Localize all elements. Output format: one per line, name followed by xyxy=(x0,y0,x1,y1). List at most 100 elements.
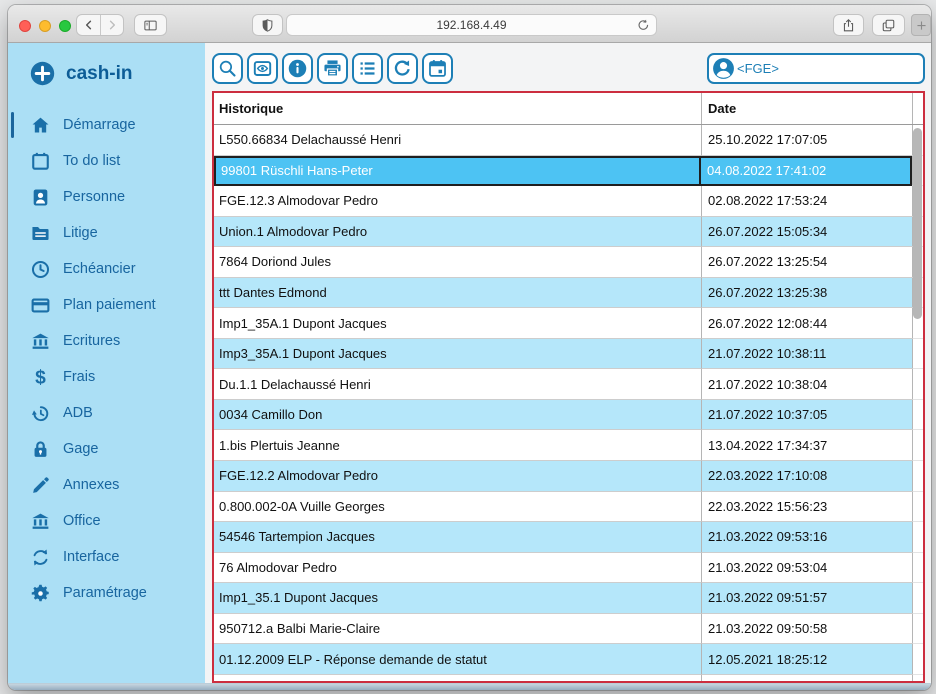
sidebar-item-label: Démarrage xyxy=(63,117,136,133)
scrollbar-spacer xyxy=(912,644,923,675)
historique-cell: FGE.12.2 Almodovar Pedro xyxy=(214,461,701,492)
table-row[interactable]: Union.1 Almodovar Pedro 26.07.2022 15:05… xyxy=(214,217,923,248)
date-cell: 22.03.2022 17:10:08 xyxy=(701,461,912,492)
historique-cell: 0.800.002-0A Vuille Georges xyxy=(214,492,701,523)
close-button[interactable] xyxy=(19,20,31,32)
sidebar-item-frais[interactable]: Frais xyxy=(8,359,205,395)
table-row[interactable]: FGE.12.3 Almodovar Pedro 02.08.2022 17:5… xyxy=(214,186,923,217)
back-button[interactable] xyxy=(77,15,100,35)
sidebar-item-label: Paramétrage xyxy=(63,585,147,601)
share-button[interactable] xyxy=(833,14,864,36)
chevron-left-icon xyxy=(82,18,96,32)
table-row[interactable]: FGE.12.2 Almodovar Pedro 22.03.2022 17:1… xyxy=(214,461,923,492)
home-icon xyxy=(30,115,51,136)
date-cell: 25.10.2022 17:07:05 xyxy=(701,125,912,156)
sidebar-item-to-do-list[interactable]: To do list xyxy=(8,143,205,179)
toolbar-view-button[interactable] xyxy=(247,53,278,84)
table-row[interactable]: 76 Almodovar Pedro 21.03.2022 09:53:04 xyxy=(214,553,923,584)
tab-overview-button[interactable] xyxy=(872,14,905,36)
toolbar-search-button[interactable] xyxy=(212,53,243,84)
date-cell xyxy=(701,675,912,683)
reload-button[interactable] xyxy=(636,18,651,33)
dollar-icon xyxy=(30,367,51,388)
column-header-date[interactable]: Date xyxy=(701,93,912,124)
history-icon xyxy=(30,403,51,424)
table-header: Historique Date xyxy=(214,93,923,125)
date-cell: 21.07.2022 10:38:04 xyxy=(701,369,912,400)
privacy-shield-button[interactable] xyxy=(252,14,283,36)
sidebar-item-interface[interactable]: Interface xyxy=(8,539,205,575)
toolbar-refresh-button[interactable] xyxy=(387,53,418,84)
forward-button[interactable] xyxy=(100,15,123,35)
sidebar-item-parametrage[interactable]: Paramétrage xyxy=(8,575,205,611)
table-row[interactable]: 01.12.2009 ELP - Réponse demande de stat… xyxy=(214,644,923,675)
table-row[interactable]: 7864 Doriond Jules 26.07.2022 13:25:54 xyxy=(214,247,923,278)
sidebar-item-litige[interactable]: Litige xyxy=(8,215,205,251)
sidebar-item-office[interactable]: Office xyxy=(8,503,205,539)
sidebar-item-label: Interface xyxy=(63,549,119,565)
scrollbar-spacer xyxy=(912,522,923,553)
date-cell: 21.03.2022 09:50:58 xyxy=(701,614,912,645)
table-row[interactable]: 0.800.002-0A Vuille Georges 22.03.2022 1… xyxy=(214,492,923,523)
date-cell: 26.07.2022 12:08:44 xyxy=(701,308,912,339)
sidebar-item-adb[interactable]: ADB xyxy=(8,395,205,431)
user-badge-label: <FGE> xyxy=(737,61,779,76)
historique-cell: FGE.12.3 Almodovar Pedro xyxy=(214,186,701,217)
sidebar-item-ecritures[interactable]: Ecritures xyxy=(8,323,205,359)
scrollbar-spacer xyxy=(912,675,923,683)
sidebar-item-label: Plan paiement xyxy=(63,297,156,313)
toolbar: <FGE> xyxy=(205,43,931,91)
table-row[interactable]: Imp1_35.1 Dupont Jacques 21.03.2022 09:5… xyxy=(214,583,923,614)
sidebar-item-demarrage[interactable]: Démarrage xyxy=(8,107,205,143)
historique-cell: 950712.a Balbi Marie-Claire xyxy=(214,614,701,645)
sidebar-item-annexes[interactable]: Annexes xyxy=(8,467,205,503)
toolbar-list-button[interactable] xyxy=(352,53,383,84)
table-row[interactable]: 950712.a Balbi Marie-Claire 21.03.2022 0… xyxy=(214,614,923,645)
toolbar-print-button[interactable] xyxy=(317,53,348,84)
table-row[interactable]: Imp3_35A.1 Dupont Jacques 21.07.2022 10:… xyxy=(214,339,923,370)
historique-cell: 76 Almodovar Pedro xyxy=(214,553,701,584)
sidebar-item-gage[interactable]: Gage xyxy=(8,431,205,467)
sidebar-item-label: Personne xyxy=(63,189,125,205)
reload-icon xyxy=(636,18,651,33)
date-cell: 04.08.2022 17:41:02 xyxy=(701,156,912,187)
toolbar-info-button[interactable] xyxy=(282,53,313,84)
date-cell: 21.07.2022 10:38:11 xyxy=(701,339,912,370)
table-row[interactable]: Imp1_35A.1 Dupont Jacques 26.07.2022 12:… xyxy=(214,308,923,339)
sidebar-item-label: Frais xyxy=(63,369,95,385)
calendar-blank-icon xyxy=(30,151,51,172)
brand: cash-in xyxy=(8,52,205,101)
scrollbar-header-spacer xyxy=(912,93,923,124)
address-bar[interactable]: 192.168.4.49 xyxy=(286,14,657,36)
vertical-scrollbar[interactable] xyxy=(913,128,922,319)
table-row[interactable]: ttt Dantes Edmond 26.07.2022 13:25:38 xyxy=(214,278,923,309)
table-row[interactable]: 54546 Tartempion Jacques 21.03.2022 09:5… xyxy=(214,522,923,553)
scrollbar-spacer xyxy=(912,339,923,370)
app-body: cash-in Démarrage To do list Personne Li… xyxy=(8,43,931,683)
minimize-button[interactable] xyxy=(39,20,51,32)
column-header-historique[interactable]: Historique xyxy=(214,93,701,124)
sidebar-item-personne[interactable]: Personne xyxy=(8,179,205,215)
date-cell: 26.07.2022 13:25:38 xyxy=(701,278,912,309)
table-row[interactable]: L550.66834 Delachaussé Henri 25.10.2022 … xyxy=(214,125,923,156)
window-bottom-edge xyxy=(8,683,931,690)
user-badge[interactable]: <FGE> xyxy=(707,53,925,84)
toolbar-calendar-button[interactable] xyxy=(422,53,453,84)
table-row-empty xyxy=(214,675,923,683)
table-row[interactable]: 99801 Rüschli Hans-Peter 04.08.2022 17:4… xyxy=(214,156,923,187)
scrollbar-spacer xyxy=(912,492,923,523)
scrollbar-spacer xyxy=(912,553,923,584)
historique-cell xyxy=(214,675,701,683)
gear-icon xyxy=(30,583,51,604)
list-icon xyxy=(357,58,378,79)
table-row[interactable]: Du.1.1 Delachaussé Henri 21.07.2022 10:3… xyxy=(214,369,923,400)
sidebar-item-echeancier[interactable]: Echéancier xyxy=(8,251,205,287)
sidebar-item-plan-paiement[interactable]: Plan paiement xyxy=(8,287,205,323)
zoom-button[interactable] xyxy=(59,20,71,32)
historique-cell: Imp1_35A.1 Dupont Jacques xyxy=(214,308,701,339)
sidebar-toggle-button[interactable] xyxy=(134,14,167,36)
table-row[interactable]: 0034 Camillo Don 21.07.2022 10:37:05 xyxy=(214,400,923,431)
bank-icon xyxy=(30,511,51,532)
new-tab-button[interactable] xyxy=(911,14,931,36)
table-row[interactable]: 1.bis Plertuis Jeanne 13.04.2022 17:34:3… xyxy=(214,430,923,461)
